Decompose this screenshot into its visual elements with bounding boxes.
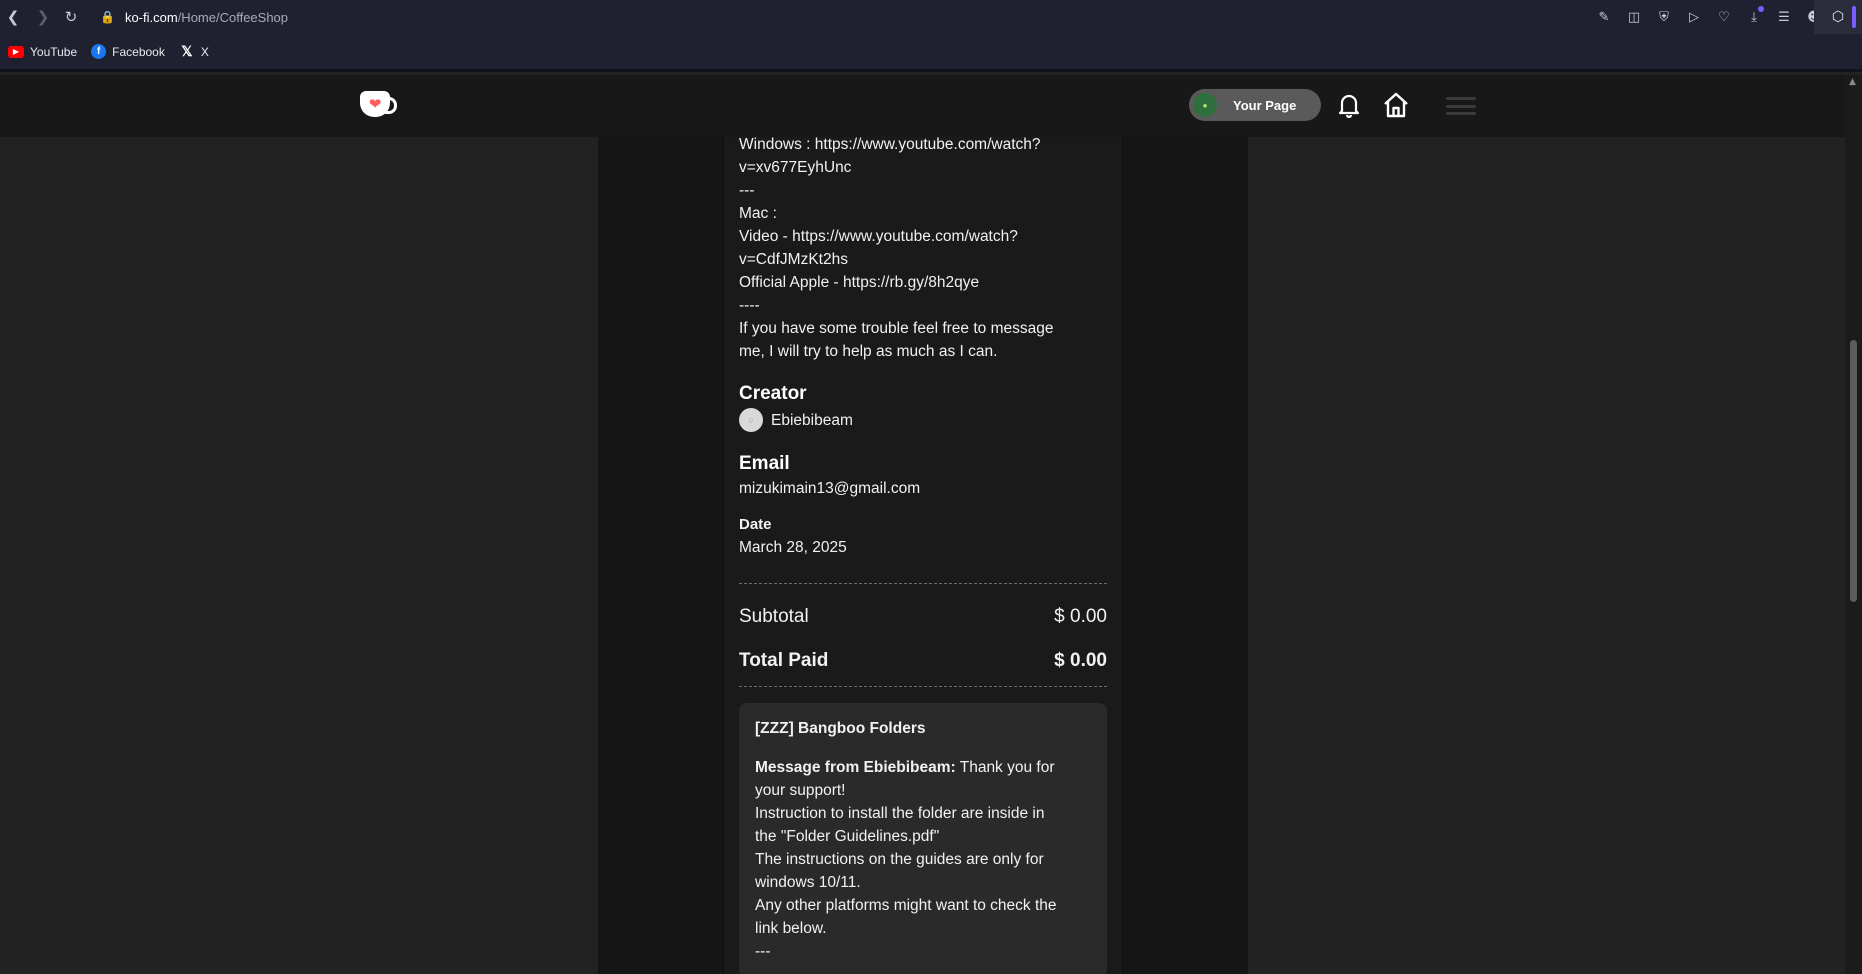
avatar: ○ [739,408,763,432]
your-page-button[interactable]: ● Your Page [1189,89,1321,121]
scroll-up-icon[interactable]: ▲ [1849,77,1856,87]
description-line: Mac : [739,205,777,222]
bookmark-facebook[interactable]: f Facebook [91,44,165,59]
message-line: --- [755,943,771,960]
bookmark-label: X [200,44,209,59]
total-paid-value: $ 0.00 [1054,649,1107,671]
url-path: /Home/CoffeeShop [177,9,289,25]
bookmark-label: YouTube [30,44,78,59]
total-paid-row: Total Paid $ 0.00 [739,638,1107,682]
reload-icon[interactable]: ↻ [60,6,82,28]
extensions-cube-icon[interactable]: ⬡ [1814,0,1862,34]
message-from-label: Message from Ebiebibeam: [755,759,956,776]
message-line: your support! [755,782,846,799]
message-line: the "Folder Guidelines.pdf" [755,828,940,845]
back-icon[interactable]: ❮ [2,6,24,28]
description-line: Official Apple - https://rb.gy/8h2qye [739,274,980,291]
subtotal-row: Subtotal $ 0.00 [739,594,1107,638]
description-line: me, I will try to help as much as I can. [739,343,998,360]
bookmarks-bar: ▶ YouTube f Facebook 𝕏 X [0,34,1862,72]
facebook-icon: f [91,44,107,59]
description-line: If you have some trouble feel free to me… [739,320,1054,337]
subtotal-label: Subtotal [739,605,809,627]
email-heading: Email [739,453,790,474]
divider [739,686,1107,687]
message-line: windows 10/11. [755,874,861,891]
page-viewport: ❤ ● Your Page Windows : https://www.yout… [0,75,1845,974]
message-line: The instructions on the guides are only … [755,851,1044,868]
subtotal-value: $ 0.00 [1054,605,1107,627]
description-line: Video - https://www.youtube.com/watch? [739,228,1018,245]
date-value: March 28, 2025 [739,539,847,556]
creator-name: Ebiebibeam [771,411,853,429]
description-line: v=xv677EyhUnc [739,159,852,176]
play-icon[interactable]: ▷ [1686,9,1702,25]
menu-icon[interactable] [1446,97,1476,115]
browser-toolbar: ❮ ❯ ↻ 🔒 ko-fi.com/Home/CoffeeShop ✎ ◫ ⛨ … [0,0,1862,34]
site-header: ❤ ● Your Page [0,75,1845,137]
message-title: [ZZZ] Bangboo Folders [755,720,926,737]
message-card: [ZZZ] Bangboo Folders Message from Ebieb… [739,703,1107,974]
youtube-icon: ▶ [8,45,24,58]
heart-icon[interactable]: ♡ [1716,9,1732,25]
date-heading: Date [739,516,772,533]
x-icon: 𝕏 [181,43,193,59]
bookmark-youtube[interactable]: ▶ YouTube [8,45,77,59]
description-line: v=CdfJMzKt2hs [739,251,848,268]
description-line: ---- [739,297,760,314]
lock-icon: 🔒 [100,10,115,24]
message-line: Any other platforms might want to check … [755,897,1057,914]
extension-toolbar: ✎ ◫ ⛨ ▷ ♡ ⤓ ☰ ☻ [1596,0,1822,34]
scrollbar-thumb[interactable] [1850,340,1857,602]
your-page-label: Your Page [1233,97,1297,113]
bookmark-x[interactable]: 𝕏 X [179,43,209,59]
forward-icon[interactable]: ❯ [32,6,54,28]
description-line: --- [739,182,755,199]
avatar: ● [1193,93,1217,117]
item-description: Windows : https://www.youtube.com/watch?… [739,133,1107,363]
creator-link[interactable]: ○ Ebiebibeam [739,407,1107,433]
message-line: Instruction to install the folder are in… [755,805,1045,822]
bookmark-label: Facebook [112,44,165,59]
camera-icon[interactable]: ◫ [1626,9,1642,25]
message-line: link below. [755,920,827,937]
address-bar[interactable]: 🔒 ko-fi.com/Home/CoffeeShop [100,10,288,25]
total-paid-label: Total Paid [739,649,829,671]
shield-icon[interactable]: ⛨ [1656,9,1672,25]
email-value: mizukimain13@gmail.com [739,480,921,497]
divider [739,583,1107,584]
order-details: Windows : https://www.youtube.com/watch?… [739,133,1107,974]
download-icon[interactable]: ⤓ [1746,6,1764,25]
url-host: ko-fi.com [124,9,178,25]
home-icon[interactable] [1382,91,1410,119]
bell-icon[interactable] [1337,92,1361,118]
playlist-icon[interactable]: ☰ [1776,9,1792,25]
message-text: Thank you for [955,759,1055,776]
edit-icon[interactable]: ✎ [1596,9,1612,25]
kofi-logo-icon[interactable]: ❤ [360,91,397,117]
page-scrollbar[interactable]: ▲ [1845,75,1862,974]
creator-heading: Creator [739,383,807,404]
